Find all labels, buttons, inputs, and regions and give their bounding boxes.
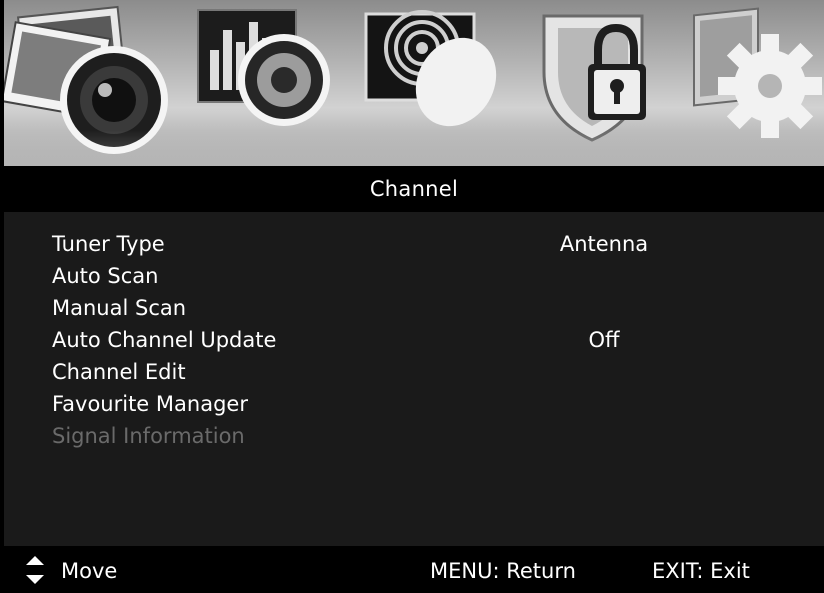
menu-item-tuner-type[interactable]: Tuner Type Antenna [4, 229, 824, 261]
menu-item-manual-scan[interactable]: Manual Scan [4, 293, 824, 325]
menu-item-label: Favourite Manager [52, 392, 248, 416]
menu-item-channel-edit[interactable]: Channel Edit [4, 357, 824, 389]
top-icon-strip [4, 0, 824, 166]
menu-item-label: Auto Channel Update [52, 328, 277, 352]
menu-item-signal-information: Signal Information [4, 421, 824, 453]
menu-item-auto-scan[interactable]: Auto Scan [4, 261, 824, 293]
menu-item-value: Antenna [559, 232, 649, 256]
menu-panel: Tuner Type Antenna Auto Scan Manual Scan… [4, 212, 824, 546]
menu-item-label: Tuner Type [52, 232, 165, 256]
menu-item-label: Auto Scan [52, 264, 159, 288]
title-bar: Channel [4, 166, 824, 212]
menu-item-value: Off [588, 328, 620, 352]
up-down-arrows-icon [26, 556, 44, 584]
menu-item-auto-channel-update[interactable]: Auto Channel Update Off [4, 325, 824, 357]
menu-item-favourite-manager[interactable]: Favourite Manager [4, 389, 824, 421]
menu-item-label: Manual Scan [52, 296, 187, 320]
page-title: Channel [369, 177, 459, 201]
menu-item-label: Channel Edit [52, 360, 186, 384]
footer-hint-bar: Move MENU: Return EXIT: Exit [4, 546, 824, 593]
tv-osd-screen: Channel Tuner Type Antenna Auto Scan Man… [0, 0, 824, 593]
move-hint-label: Move [61, 559, 118, 583]
icon-strip-reflection [4, 130, 824, 166]
exit-hint: EXIT: Exit [652, 559, 750, 583]
menu-return-hint: MENU: Return [430, 559, 576, 583]
menu-item-label: Signal Information [52, 424, 245, 448]
